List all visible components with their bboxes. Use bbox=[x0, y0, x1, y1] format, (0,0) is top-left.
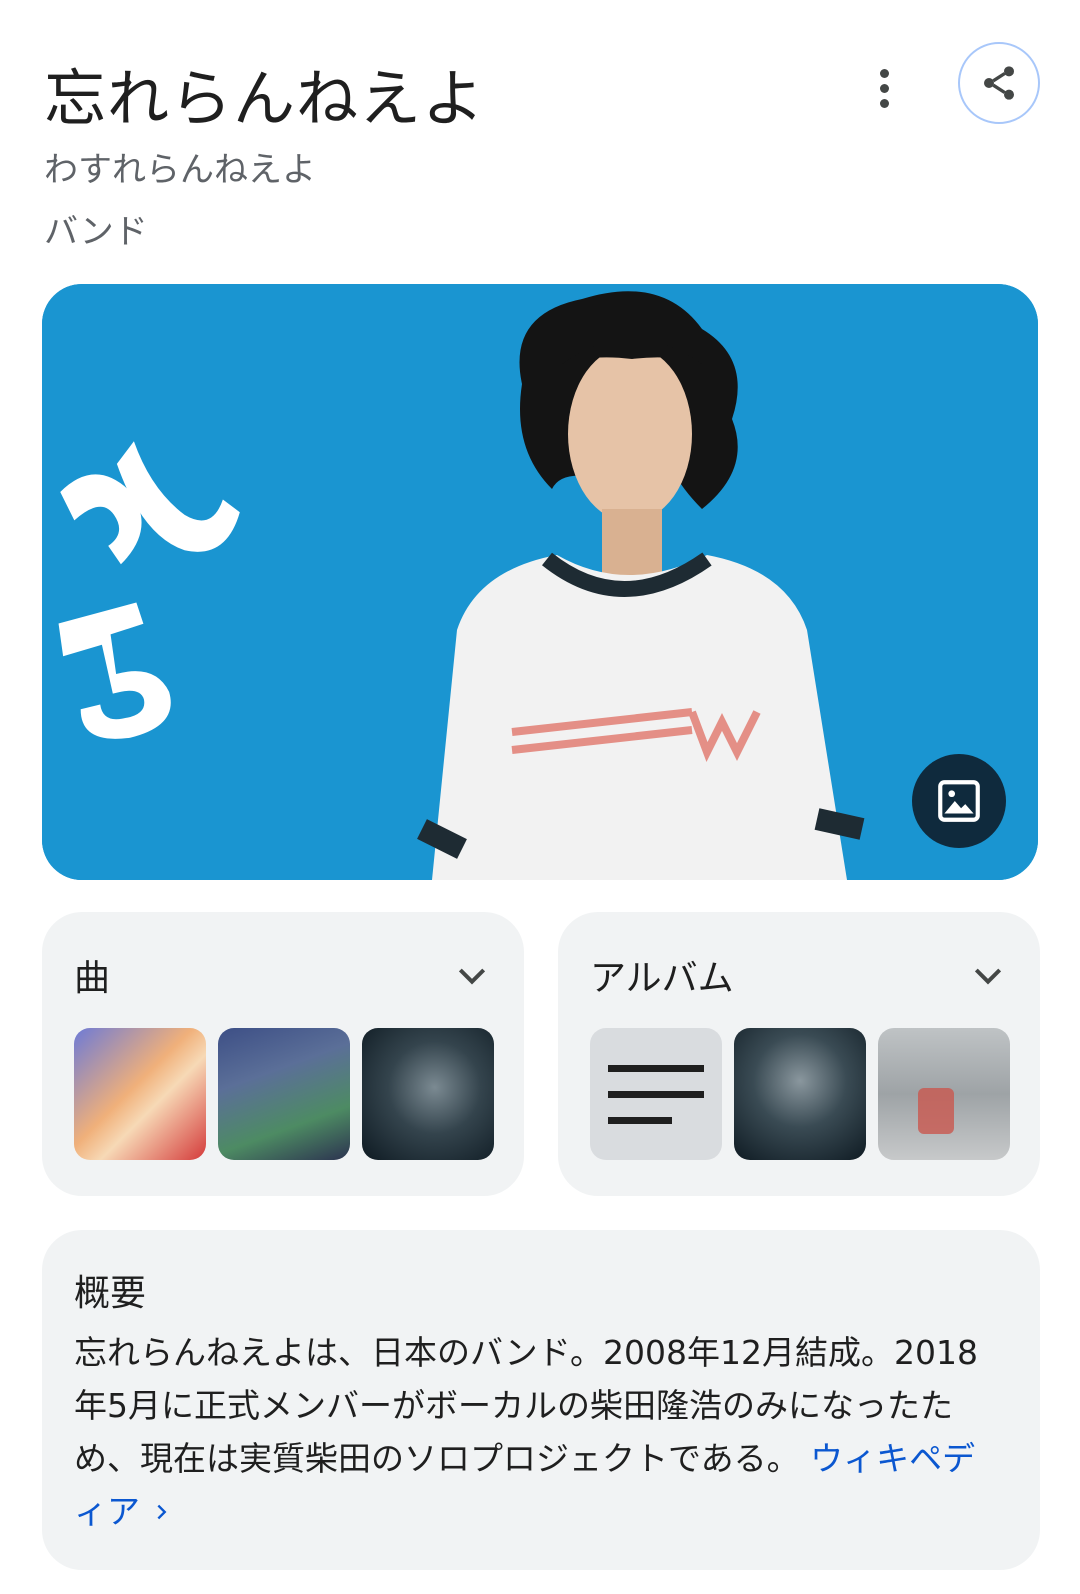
songs-thumbnails bbox=[74, 1028, 500, 1162]
more-vert-icon bbox=[879, 68, 889, 78]
band-photo bbox=[42, 284, 1038, 880]
songs-title: 曲 bbox=[74, 958, 111, 999]
overview-title: 概要 bbox=[74, 1273, 147, 1314]
entity-type: バンド bbox=[44, 212, 148, 252]
albums-card: アルバム bbox=[558, 912, 1040, 1196]
chevron-right-icon bbox=[156, 1504, 166, 1520]
album-thumbnail[interactable] bbox=[878, 1028, 1010, 1160]
chevron-down-icon bbox=[458, 968, 486, 985]
image-icon bbox=[938, 780, 980, 822]
song-thumbnail[interactable] bbox=[362, 1028, 494, 1160]
albums-header[interactable]: アルバム bbox=[590, 950, 1008, 1000]
chevron-down-icon bbox=[974, 968, 1002, 985]
song-thumbnail[interactable] bbox=[74, 1028, 206, 1160]
songs-card: 曲 bbox=[42, 912, 524, 1196]
song-thumbnail[interactable] bbox=[218, 1028, 350, 1160]
share-icon bbox=[984, 66, 1014, 100]
entity-reading: わすれらんねえよ bbox=[44, 150, 316, 190]
albums-thumbnails bbox=[590, 1028, 1016, 1162]
overview-card: 概要 忘れらんねえよは、日本のバンド。2008年12月結成。2018年5月に正式… bbox=[42, 1230, 1040, 1570]
entity-title: 忘れらんねえよ bbox=[44, 62, 486, 135]
overview-description: 忘れらんねえよは、日本のバンド。2008年12月結成。2018年5月に正式メンバ… bbox=[74, 1326, 994, 1538]
share-button[interactable] bbox=[958, 42, 1040, 124]
album-thumbnail[interactable] bbox=[590, 1028, 722, 1160]
knowledge-panel: 忘れらんねえよ わすれらんねえよ バンド 曲 アルバム 概要 忘れらんねえよは、… bbox=[0, 0, 1080, 1594]
album-thumbnail[interactable] bbox=[734, 1028, 866, 1160]
albums-title: アルバム bbox=[590, 958, 734, 999]
hero-image[interactable] bbox=[42, 284, 1038, 880]
songs-header[interactable]: 曲 bbox=[74, 950, 492, 1000]
view-images-button[interactable] bbox=[912, 754, 1006, 848]
notes-placeholder-icon bbox=[608, 1065, 704, 1124]
more-options-button[interactable] bbox=[864, 64, 904, 112]
